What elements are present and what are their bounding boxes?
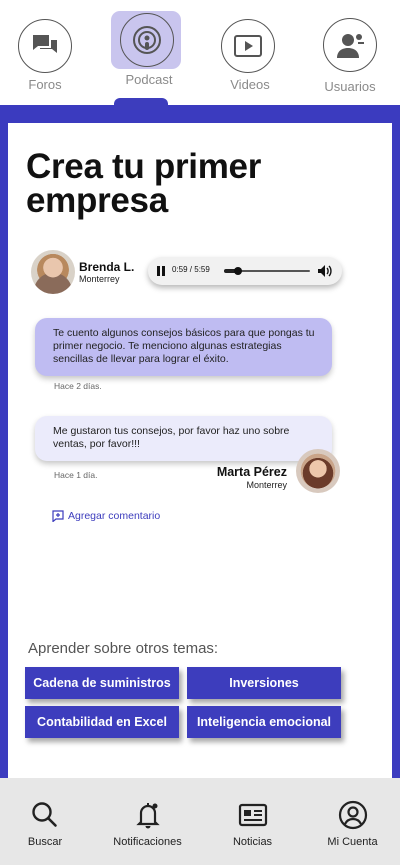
topic-label: Contabilidad en Excel <box>37 715 167 729</box>
active-tab-indicator <box>114 98 168 110</box>
account-icon <box>338 800 367 830</box>
tab-label: Foros <box>28 77 62 92</box>
top-navigation: Foros Podcast Videos Usuarios <box>0 0 400 105</box>
topic-button-inteligencia[interactable]: Inteligencia emocional <box>187 706 341 738</box>
slider-handle[interactable] <box>234 267 243 275</box>
nav-label: Notificaciones <box>113 836 182 848</box>
nav-label: Noticias <box>232 836 273 848</box>
search-icon <box>32 802 57 827</box>
comment-bubble: Te cuento algunos consejos básicos para … <box>35 318 332 376</box>
tab-label: Usuarios <box>324 79 376 94</box>
commenter-city: Monterrey <box>246 480 287 490</box>
news-icon <box>238 803 267 827</box>
tab-label: Videos <box>230 77 270 92</box>
nav-notificaciones[interactable]: Notificaciones <box>100 778 195 865</box>
users-icon <box>323 18 377 72</box>
topic-label: Inteligencia emocional <box>196 715 332 729</box>
progress-slider[interactable] <box>224 267 310 275</box>
pause-icon[interactable] <box>156 266 166 276</box>
topic-label: Inversiones <box>229 676 299 690</box>
comment-time: Hace 2 días. <box>54 381 102 391</box>
playback-time: 0:59 / 5:59 <box>172 265 210 274</box>
author-city: Monterrey <box>79 274 120 284</box>
video-icon <box>221 19 275 73</box>
add-comment-button[interactable]: Agregar comentario <box>52 510 160 522</box>
nav-label: Mi Cuenta <box>327 836 378 848</box>
bell-icon <box>135 803 160 829</box>
add-comment-icon <box>52 510 64 522</box>
page-title: Crea tu primer empresa <box>26 147 262 220</box>
commenter-name: Marta Pérez <box>216 465 287 479</box>
comment-time: Hace 1 día. <box>54 470 98 480</box>
audio-player: 0:59 / 5:59 <box>148 257 342 285</box>
nav-label: Buscar <box>27 836 63 848</box>
topic-button-contabilidad[interactable]: Contabilidad en Excel <box>25 706 179 738</box>
topics-heading: Aprender sobre otros temas: <box>28 640 219 657</box>
forum-icon <box>18 19 72 73</box>
volume-icon[interactable] <box>317 264 333 278</box>
comment-bubble: Me gustaron tus consejos, por favor haz … <box>35 416 332 461</box>
avatar[interactable] <box>296 449 340 493</box>
nav-noticias[interactable]: Noticias <box>205 778 300 865</box>
topic-button-cadena[interactable]: Cadena de suministros <box>25 667 179 699</box>
author-name: Brenda L. <box>79 260 135 274</box>
comment-text: Me gustaron tus consejos, por favor haz … <box>53 425 290 450</box>
nav-buscar[interactable]: Buscar <box>0 778 90 865</box>
tab-label: Podcast <box>125 72 173 87</box>
comment-text: Te cuento algunos consejos básicos para … <box>53 327 315 365</box>
avatar[interactable] <box>31 250 75 294</box>
topic-label: Cadena de suministros <box>33 676 171 690</box>
podcast-icon <box>120 13 174 67</box>
nav-mi-cuenta[interactable]: Mi Cuenta <box>305 778 400 865</box>
bottom-navigation: Buscar Notificaciones Noticias Mi Cuenta <box>0 778 400 865</box>
add-comment-label: Agregar comentario <box>68 510 161 522</box>
topic-button-inversiones[interactable]: Inversiones <box>187 667 341 699</box>
